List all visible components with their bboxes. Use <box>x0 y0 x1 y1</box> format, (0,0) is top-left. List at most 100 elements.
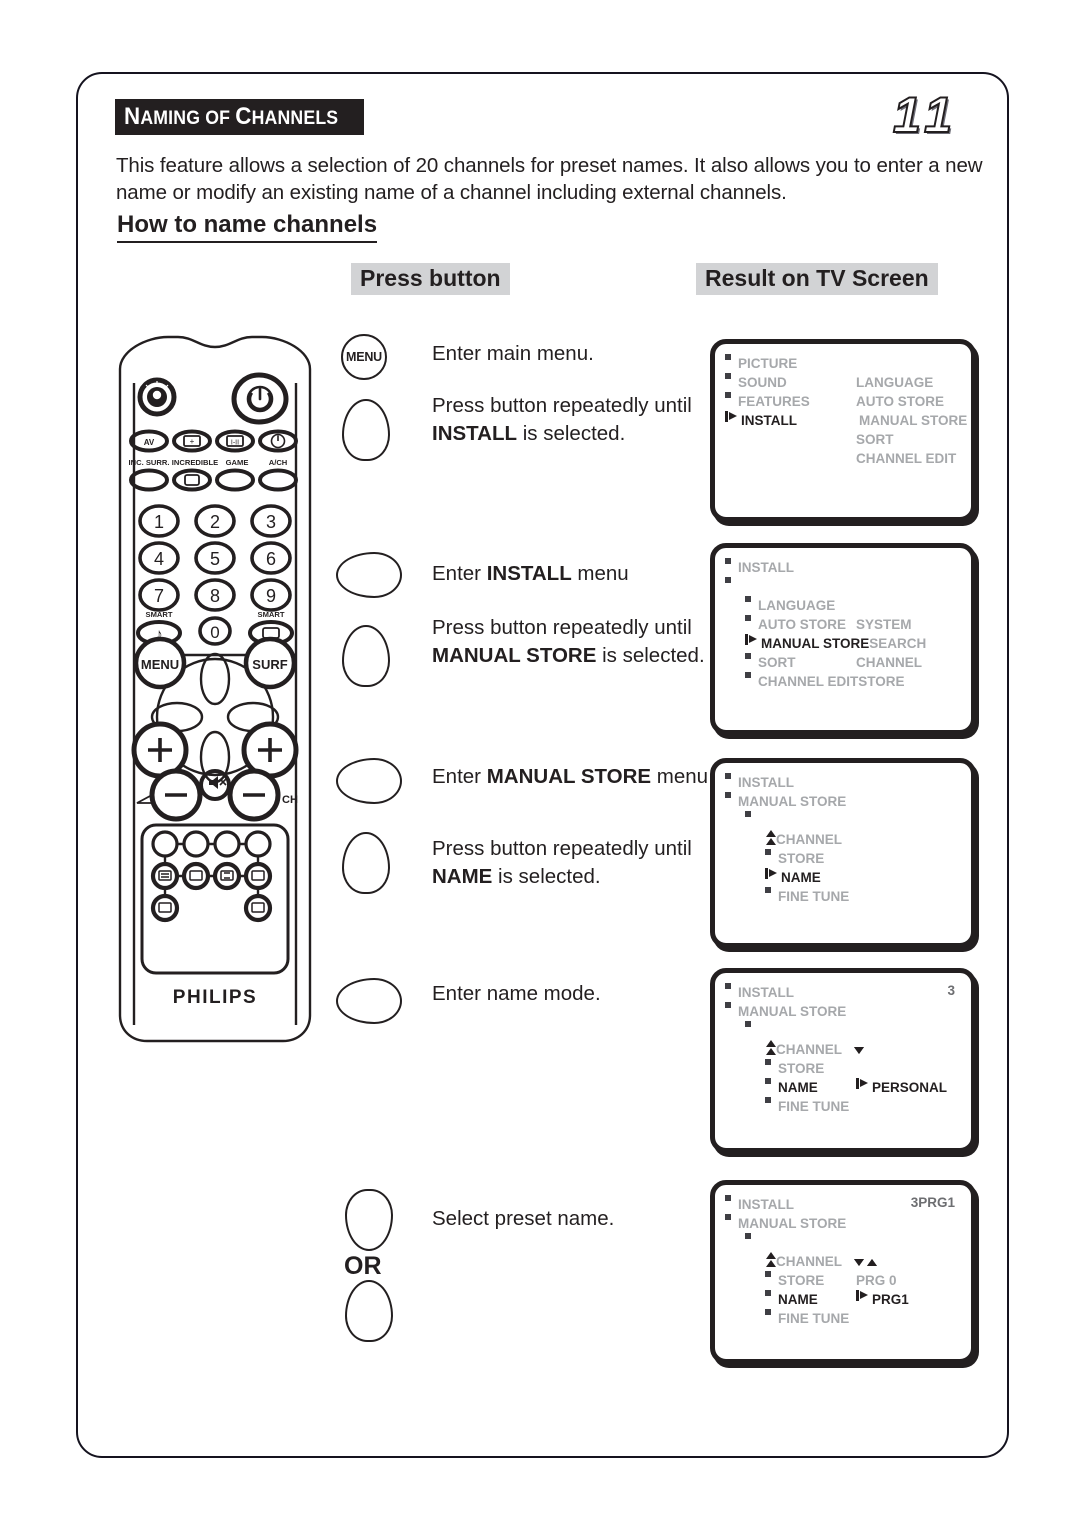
osd-selection-marker-icon <box>765 868 778 879</box>
osd-bullet-icon <box>725 373 731 379</box>
step-text-2: Press button repeatedly until INSTALL is… <box>432 394 692 445</box>
cursor-down-button-icon-1[interactable] <box>342 399 390 461</box>
osd-row: MANUAL STORE <box>715 1002 971 1021</box>
osd-selection-marker-icon <box>725 411 738 422</box>
osd-item-label: CHANNEL <box>776 1042 842 1057</box>
osd-bullet-icon <box>745 653 751 659</box>
svg-text:A/CH: A/CH <box>269 458 288 467</box>
svg-text:0: 0 <box>210 623 219 642</box>
osd-menu: 3PRG1 INSTALL MANUAL STORE CHANNEL STORE PRG … <box>715 1185 971 1328</box>
osd-item-label: LANGUAGE <box>758 598 836 613</box>
osd-item-label: AUTO STORE <box>758 617 847 632</box>
osd-item-label: MANUAL STORE <box>738 1216 847 1231</box>
osd-selection-marker-icon <box>745 634 758 645</box>
osd-item-label: NAME <box>778 1292 818 1307</box>
osd-item-label: SOUND <box>738 375 787 390</box>
osd-bullet-icon <box>765 1059 771 1065</box>
osd-row: CHANNEL <box>715 830 971 849</box>
cursor-down-button-icon-3[interactable] <box>342 832 390 894</box>
osd-bullet-icon <box>725 983 731 989</box>
osd-bullet-icon <box>725 577 731 583</box>
osd-item-label: STORE <box>778 851 825 866</box>
osd-row: SORT CHANNEL <box>715 653 971 672</box>
osd-value: SEARCH <box>869 636 927 651</box>
osd-row: FEATURES AUTO STORE <box>715 392 971 411</box>
osd-corner-value: 3PRG1 <box>910 1195 955 1210</box>
tv-screen-install-menu: INSTALL LANGUAGE AUTO STORE SYSTEM MANUAL ST… <box>710 543 976 735</box>
osd-row: MANUAL STORE <box>715 792 971 811</box>
svg-text:4: 4 <box>154 549 164 569</box>
step-text-5: Enter MANUAL STORE menu. <box>432 765 714 788</box>
osd-item-label: FINE TUNE <box>778 1311 850 1326</box>
osd-row: CHANNEL <box>715 1040 971 1059</box>
remote-control-illustration: AV + I-II INC. SURR. INCREDIBLE GAME A/C… <box>108 325 323 1055</box>
osd-row: INSTALL <box>715 558 971 577</box>
osd-item-label: INSTALL <box>738 985 794 1000</box>
svg-text:PHILIPS: PHILIPS <box>173 987 257 1008</box>
osd-bullet-icon <box>745 596 751 602</box>
osd-item-label: INSTALL <box>738 775 794 790</box>
osd-bullet-icon <box>745 1233 751 1239</box>
menu-button-label: MENU <box>341 334 387 380</box>
osd-item-label: INSTALL <box>738 1197 794 1212</box>
osd-row: SOUND LANGUAGE <box>715 373 971 392</box>
osd-value: LANGUAGE <box>856 375 934 390</box>
osd-item-label: FINE TUNE <box>778 889 850 904</box>
osd-up-arrows-icon <box>765 830 776 846</box>
osd-item-label: NAME <box>778 1080 818 1095</box>
osd-row: INSTALL <box>715 773 971 792</box>
svg-text:SURF: SURF <box>252 657 287 672</box>
cursor-down-button-icon-2[interactable] <box>342 625 390 687</box>
osd-bullet-icon <box>765 1309 771 1315</box>
page-number: 11 <box>892 86 959 144</box>
osd-up-arrows-icon <box>765 1040 776 1056</box>
or-separator-label: OR <box>344 1252 382 1280</box>
osd-bullet-icon <box>725 773 731 779</box>
osd-selection-marker-icon <box>856 1290 869 1301</box>
osd-row: CHANNEL EDIT STORE <box>715 672 971 691</box>
osd-bullet-icon <box>765 1290 771 1296</box>
svg-text:8: 8 <box>210 586 220 606</box>
osd-row: INSTALL MANUAL STORE <box>715 411 971 430</box>
osd-row: NAME PRG1 <box>715 1290 971 1309</box>
svg-text:SMART: SMART <box>258 610 285 619</box>
svg-text:GAME: GAME <box>226 458 249 467</box>
osd-row <box>715 577 971 596</box>
osd-corner-value: 3 <box>947 983 955 998</box>
osd-row: PICTURE <box>715 354 971 373</box>
svg-text:AV: AV <box>144 438 155 447</box>
osd-item-label: INSTALL <box>741 413 797 428</box>
osd-item-label: STORE <box>778 1061 825 1076</box>
osd-row: CHANNEL EDIT <box>715 449 971 468</box>
svg-text:INCREDIBLE: INCREDIBLE <box>172 458 218 467</box>
osd-bullet-icon <box>765 849 771 855</box>
osd-bullet-icon <box>745 615 751 621</box>
svg-text:5: 5 <box>210 549 220 569</box>
osd-row: FINE TUNE <box>715 1309 971 1328</box>
osd-item-label: PICTURE <box>738 356 798 371</box>
step-text-6: Press button repeatedly until NAME is se… <box>432 837 692 888</box>
osd-item-label: FEATURES <box>738 394 810 409</box>
osd-row: AUTO STORE SYSTEM <box>715 615 971 634</box>
tv-screen-preset-name: 3PRG1 INSTALL MANUAL STORE CHANNEL STORE PRG … <box>710 1180 976 1364</box>
svg-text:SMART: SMART <box>146 610 173 619</box>
page-title-banner: NAMING OF CHANNELS <box>115 99 365 135</box>
osd-row: STORE PRG 0 <box>715 1271 971 1290</box>
osd-item-label: CHANNEL EDIT <box>758 674 859 689</box>
step-text-1: Enter main menu. <box>432 342 594 365</box>
cursor-down-button-icon-4[interactable] <box>345 1280 393 1342</box>
osd-row: NAME <box>715 868 971 887</box>
osd-down-arrows-icon <box>854 1040 864 1059</box>
tv-screen-manual-store-menu: INSTALL MANUAL STORE CHANNEL STORE NAME FINE … <box>710 758 976 948</box>
tv-screen-main-menu: PICTURE SOUND LANGUAGE FEATURES AUTO STORE IN… <box>710 339 976 522</box>
menu-button-icon[interactable]: MENU <box>341 334 387 380</box>
osd-row: STORE <box>715 1059 971 1078</box>
osd-bullet-icon <box>745 672 751 678</box>
osd-row: MANUAL STORE SEARCH <box>715 634 971 653</box>
osd-bullet-icon <box>745 1021 751 1027</box>
tv-screen-name-mode: 3 INSTALL MANUAL STORE CHANNEL STORE NAME PERS… <box>710 968 976 1153</box>
osd-item-label: FINE TUNE <box>778 1099 850 1114</box>
osd-row <box>715 1021 971 1040</box>
svg-text:CH: CH <box>282 794 298 806</box>
section-subheading: How to name channels <box>117 211 378 243</box>
